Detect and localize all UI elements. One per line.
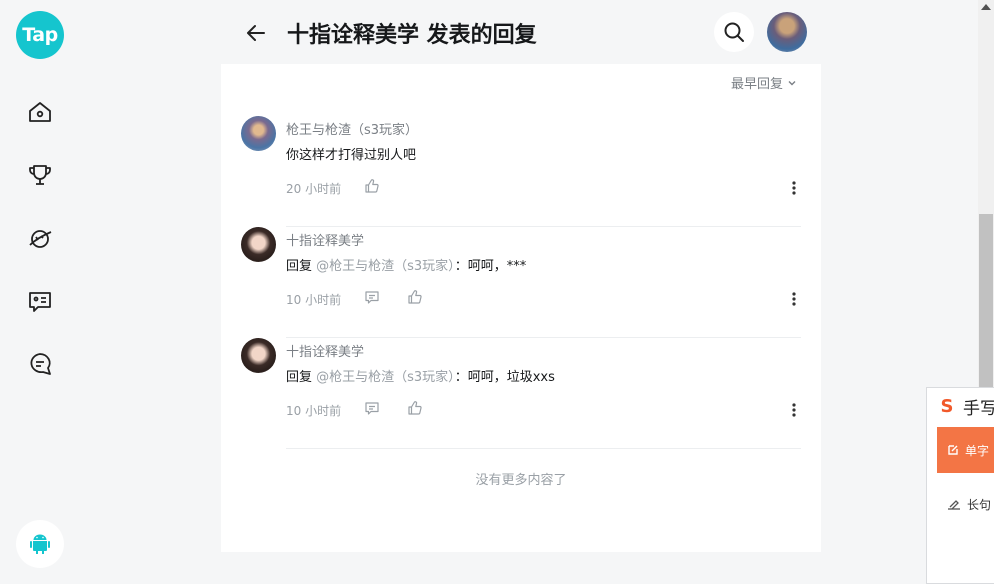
reply-mention[interactable]: @枪王与枪渣（s3玩家） [316,259,455,274]
like-button[interactable] [407,289,423,305]
reply-text: ：呵呵，垃圾xxs [454,370,555,385]
more-icon [792,403,796,417]
android-download-button[interactable] [16,520,64,568]
message-card-icon[interactable] [26,287,54,315]
chat-icon[interactable] [26,350,54,378]
like-icon [408,401,422,415]
reply-prefix: 回复 [286,259,317,274]
reply-text: ：呵呵，*** [454,259,527,274]
reply-time: 10 小时前 [286,293,342,307]
more-button[interactable] [791,180,797,196]
like-icon [408,290,422,304]
reply-content: 你这样才打得过别人吧 [286,144,416,163]
ime-title: 手写 [963,399,994,419]
more-icon [792,292,796,306]
ime-handwriting-panel: S 手写 单字 长句 [926,387,994,584]
search-icon [724,22,744,42]
more-icon [792,181,796,195]
comment-icon [365,291,379,304]
android-icon [30,534,50,554]
back-button[interactable] [243,20,269,46]
home-icon[interactable] [26,98,54,126]
more-button[interactable] [791,291,797,307]
ime-tab-long[interactable]: 长句 [947,496,991,513]
pen-icon [948,499,960,510]
reply-author[interactable]: 十指诠释美学 [286,341,364,360]
like-button[interactable] [364,178,380,194]
reply-content: 回复 @枪王与枪渣（s3玩家）：呵呵，垃圾xxs [286,366,555,385]
tap-logo[interactable]: Tap [16,11,64,59]
search-button[interactable] [714,12,754,52]
divider [286,448,801,449]
reply-time: 20 小时前 [286,182,342,196]
reply-item: 十指诠释美学 回复 @枪王与枪渣（s3玩家）：呵呵，*** 10 小时前 [241,227,801,338]
comment-button[interactable] [364,400,380,416]
ime-tab-single[interactable]: 单字 [937,427,994,473]
reply-content: 回复 @枪王与枪渣（s3玩家）：呵呵，*** [286,255,526,274]
left-rail: Tap [0,0,80,584]
reply-mention[interactable]: @枪王与枪渣（s3玩家） [316,370,455,385]
like-button[interactable] [407,400,423,416]
like-icon [365,179,379,193]
sort-dropdown[interactable]: 最早回复 [731,73,797,92]
trophy-icon[interactable] [26,161,54,189]
back-arrow-icon [247,25,265,41]
comment-icon [365,402,379,415]
page-title: 十指诠释美学 发表的回复 [287,23,537,48]
ime-header: S 手写 [937,394,994,419]
ime-tab-long-label: 长句 [967,498,992,512]
avatar[interactable] [241,116,276,151]
no-more-content: 没有更多内容了 [475,473,567,488]
reply-time: 10 小时前 [286,404,342,418]
reply-item: 枪王与枪渣（s3玩家） 你这样才打得过别人吧 20 小时前 [241,116,801,227]
sort-label: 最早回复 [730,77,783,92]
reply-author[interactable]: 枪王与枪渣（s3玩家） [286,119,418,138]
user-avatar[interactable] [767,12,807,52]
reply-item: 十指诠释美学 回复 @枪王与枪渣（s3玩家）：呵呵，垃圾xxs 10 小时前 [241,338,801,449]
ime-tab-single-label: 单字 [965,443,990,458]
reply-text: 你这样才打得过别人吧 [286,148,417,163]
avatar[interactable] [241,227,276,262]
more-button[interactable] [791,402,797,418]
scrollbar-up-arrow[interactable] [981,4,991,10]
chevron-down-icon [788,80,796,85]
edit-icon [948,445,958,455]
scrollbar-thumb[interactable] [979,214,993,394]
sogou-logo-icon: S [937,396,957,417]
replies-card: 最早回复 枪王与枪渣（s3玩家） 你这样才打得过别人吧 20 小时前 十指诠释美… [221,64,821,552]
planet-icon[interactable] [26,225,54,253]
reply-prefix: 回复 [286,370,317,385]
avatar[interactable] [241,338,276,373]
comment-button[interactable] [364,289,380,305]
reply-author[interactable]: 十指诠释美学 [286,230,364,249]
